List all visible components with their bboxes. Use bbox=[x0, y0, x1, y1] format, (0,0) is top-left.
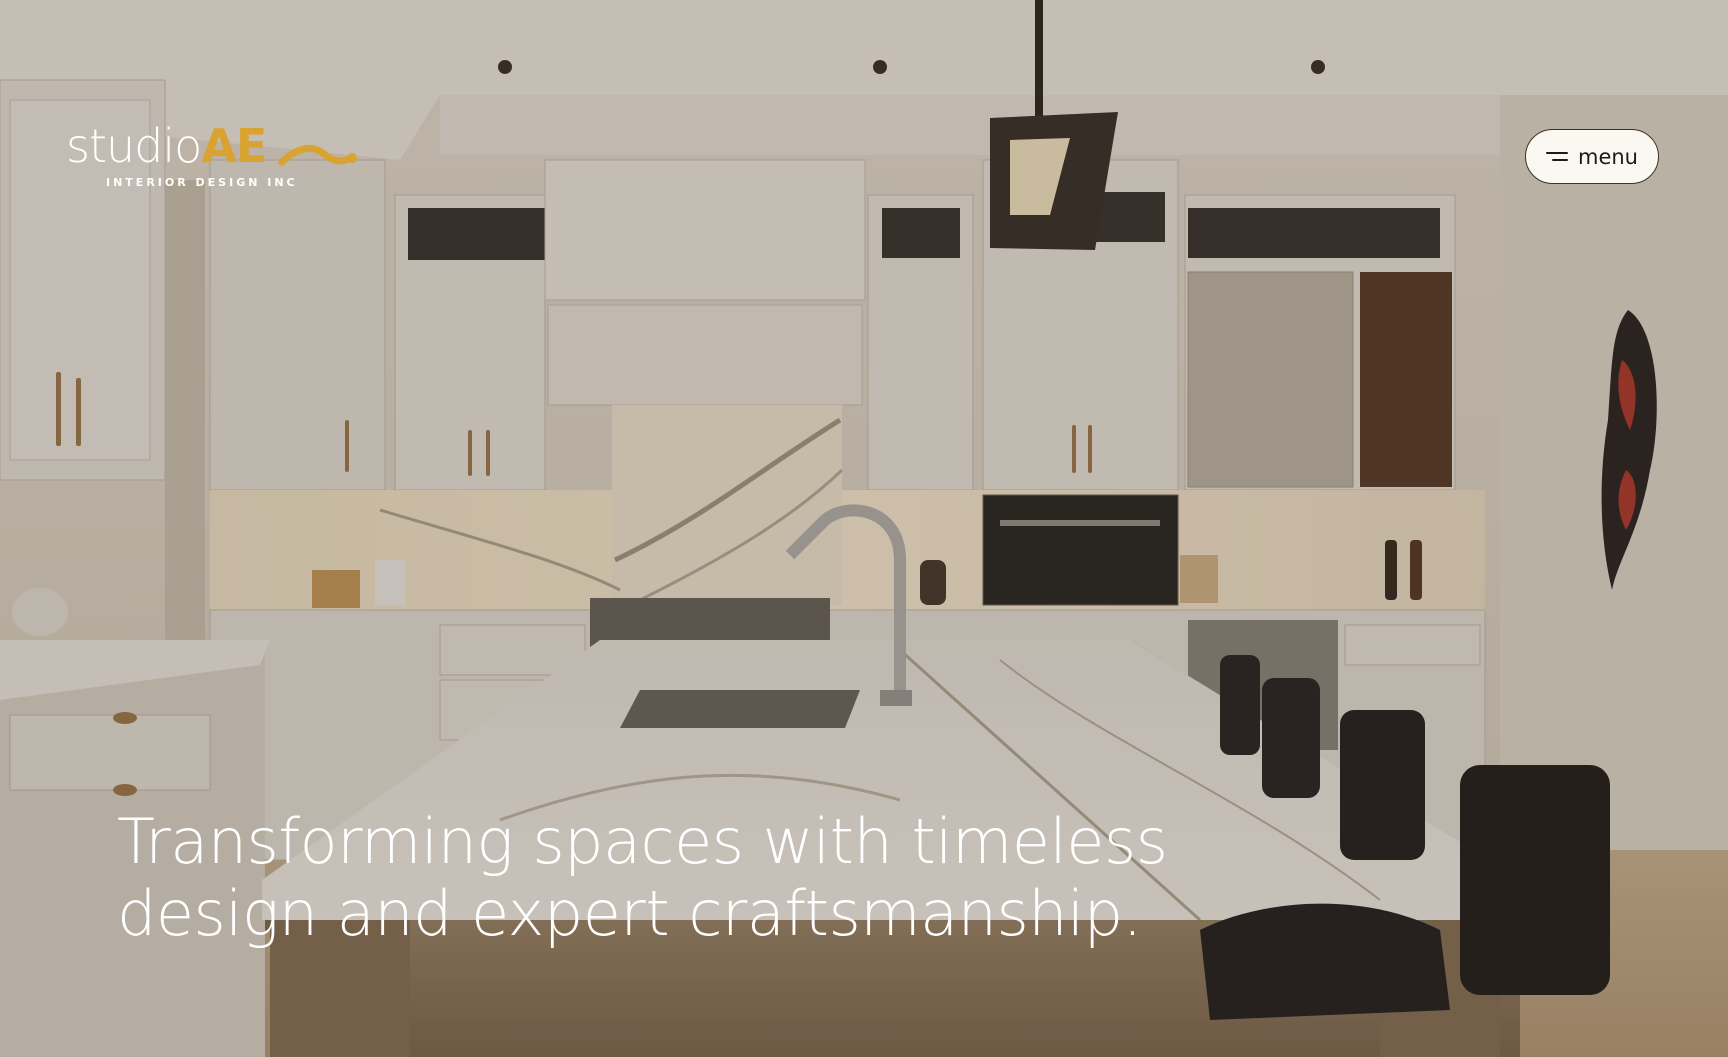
hero-headline-line-1: Transforming spaces with timeless bbox=[117, 805, 1168, 878]
hero-headline-line-2: design and expert craftsmanship. bbox=[117, 877, 1142, 950]
logo-tagline: INTERIOR DESIGN INC bbox=[106, 176, 298, 189]
hero-headline: Transforming spaces with timeless design… bbox=[117, 806, 1317, 950]
logo-ae-text: AE bbox=[201, 119, 267, 173]
logo-studio-text: studio bbox=[66, 119, 202, 173]
menu-button[interactable]: menu bbox=[1525, 129, 1659, 184]
logo-swoosh-icon bbox=[278, 144, 357, 166]
logo-wordmark: studioAE bbox=[66, 118, 267, 174]
menu-button-label: menu bbox=[1578, 144, 1638, 169]
studio-ae-logo[interactable]: studioAE INTERIOR DESIGN INC bbox=[66, 118, 357, 198]
hamburger-icon bbox=[1546, 151, 1568, 161]
